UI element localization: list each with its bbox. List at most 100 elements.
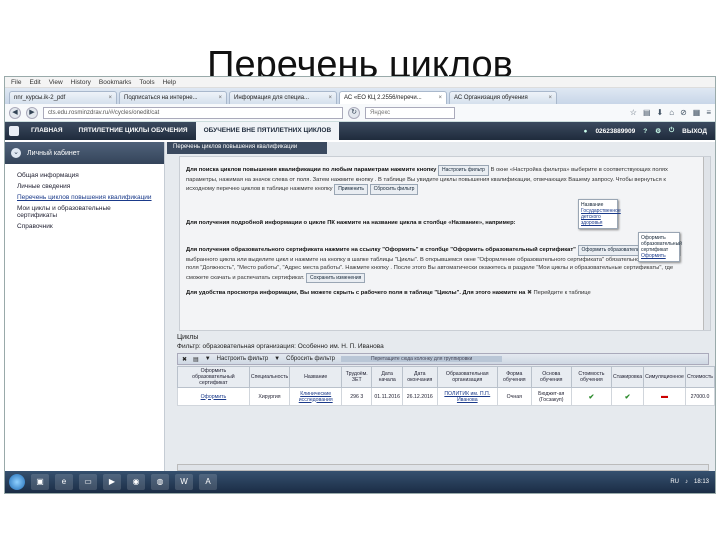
volume-icon[interactable]: ♪ [685, 479, 688, 485]
close-icon[interactable]: × [108, 95, 112, 101]
nav-home[interactable]: ГЛАВНАЯ [23, 122, 71, 140]
col-sim[interactable]: Симуляционное [643, 366, 686, 388]
sidebar-item-personal[interactable]: Личные сведения [5, 181, 164, 192]
sidebar-header[interactable]: ⌄ Личный кабинет [5, 142, 164, 164]
bookmark-icon[interactable]: ▤ [643, 108, 651, 117]
menu-edit[interactable]: Edit [29, 79, 40, 86]
cycles-table: Оформить образовательный сертификат Спец… [177, 366, 715, 406]
cell-form: Очная [496, 387, 532, 406]
grid-icon[interactable]: ▦ [693, 108, 701, 117]
sidebar-item-my-cycles[interactable]: Мои циклы и образовательные сертификаты [5, 203, 164, 221]
browser-tab-2[interactable]: Подписаться на интерне... × [119, 91, 227, 104]
reset-button-example: Сбросить фильтр [369, 184, 419, 195]
col-org[interactable]: Образовательная организация [436, 366, 498, 388]
filter-button[interactable]: Настроить фильтр [217, 356, 269, 362]
nav-five-year-cycles[interactable]: ПЯТИЛЕТНИЕ ЦИКЛЫ ОБУЧЕНИЯ [71, 122, 196, 140]
media-icon[interactable]: ▶ [103, 474, 121, 490]
col-intern[interactable]: Стажировка [610, 366, 645, 388]
sidebar-item-general[interactable]: Общая информация [5, 170, 164, 181]
col-end[interactable]: Дата окончания [402, 366, 438, 388]
col-issue[interactable]: Оформить образовательный сертификат [177, 366, 250, 388]
sidebar: ⌄ Личный кабинет Общая информация Личные… [5, 142, 165, 471]
nav-outside-cycles[interactable]: ОБУЧЕНИЕ ВНЕ ПЯТИЛЕТНИХ ЦИКЛОВ [195, 122, 340, 140]
browser-tab-5[interactable]: АС Организация обучения × [449, 91, 557, 104]
help-paragraph-certificate: Для получения образовательного сертифика… [180, 245, 710, 283]
chrome-icon[interactable]: ◉ [127, 474, 145, 490]
browser-navbar: ◀ ▶ cts.edu.rosminzdrav.ru/#/cycles/oned… [5, 104, 715, 122]
close-icon[interactable]: ✖ [182, 356, 187, 363]
title-popup: Название Государственное детского здоров… [578, 199, 621, 229]
filter-button-example: Настроить фильтр [438, 165, 489, 176]
settings-icon[interactable]: ⚙ [655, 127, 661, 135]
menu-help[interactable]: Help [163, 79, 176, 86]
close-icon[interactable]: × [218, 95, 222, 101]
checkmark-icon: ✔ [624, 393, 631, 401]
cycle-name-link[interactable]: Клинические исследования [289, 387, 343, 406]
col-specialty[interactable]: Специальность [248, 366, 291, 388]
help-paragraph-filter: Для поиска циклов повышения квалификации… [180, 165, 710, 195]
cell-price: 27000.0 [684, 387, 715, 406]
browser-tabbar: nnr_курсы.ik-2_pdf × Подписаться на интер… [5, 88, 715, 104]
sidebar-item-reference[interactable]: Справочник [5, 221, 164, 232]
address-bar[interactable]: cts.edu.rosminzdrav.ru/#/cycles/onedit/c… [43, 106, 343, 119]
document-icon[interactable]: ▤ [193, 356, 199, 363]
menu-tools[interactable]: Tools [139, 79, 154, 86]
user-phone: 02623889909 [595, 127, 636, 135]
menu-view[interactable]: View [49, 79, 63, 86]
browser-tab-3[interactable]: Информация для специа... × [229, 91, 337, 104]
sidebar-item-cycles[interactable]: Перечень циклов повышения квалификации [5, 192, 164, 203]
stop-icon[interactable]: ⊘ [680, 108, 687, 117]
browser-tab-4[interactable]: АС «ЕО КЦ 2.2556/перечи... × [339, 91, 447, 104]
org-link[interactable]: ПОЛИТИК им. П.П. Иванова [436, 387, 498, 406]
cell-zet: 296 3 [341, 387, 373, 406]
logout-button[interactable]: ВЫХОД [682, 128, 707, 135]
col-zet[interactable]: Трудоём. ЗЕТ [341, 366, 373, 388]
browser-tab-1[interactable]: nnr_курсы.ik-2_pdf × [9, 91, 117, 104]
language-indicator[interactable]: RU [670, 479, 679, 485]
menu-file[interactable]: File [11, 79, 21, 86]
logout-icon[interactable]: ⏻ [669, 127, 674, 135]
col-basis[interactable]: Основа обучения [530, 366, 572, 388]
group-by-hint[interactable]: Перетащите сюда колонку для группировки [341, 356, 503, 362]
cell-sim: ▬ [643, 387, 686, 406]
col-form[interactable]: Форма обучения [496, 366, 532, 388]
table-horizontal-scrollbar[interactable] [177, 464, 709, 471]
download-icon[interactable]: ⬇ [657, 108, 664, 117]
table-row[interactable]: Оформить Хирургия Клинические исследован… [177, 387, 715, 406]
folder-icon[interactable]: ▭ [79, 474, 97, 490]
firefox-icon[interactable]: ◍ [151, 474, 169, 490]
reset-filter-button[interactable]: Сбросить фильтр [286, 356, 335, 362]
close-icon: ✖ [526, 290, 532, 296]
star-icon[interactable]: ☆ [630, 108, 637, 117]
col-name[interactable]: Название [289, 366, 343, 388]
home-icon[interactable]: ⌂ [669, 108, 674, 117]
col-price[interactable]: Стоимость [684, 366, 715, 388]
reload-icon[interactable]: ↻ [348, 106, 360, 119]
cell-end: 26.12.2016 [402, 387, 438, 406]
help-icon[interactable]: ? [643, 128, 647, 135]
menu-icon[interactable]: ≡ [706, 108, 711, 117]
search-input[interactable]: Яндекс [365, 106, 455, 119]
start-button-icon[interactable] [9, 474, 25, 490]
word-icon[interactable]: W [175, 474, 193, 490]
col-cost-flag[interactable]: Стоимость обучения [570, 366, 612, 388]
close-icon[interactable]: × [438, 95, 442, 101]
site-header-right: ● 02623889909 ? ⚙ ⏻ ВЫХОД [584, 127, 716, 135]
menu-bookmarks[interactable]: Bookmarks [99, 79, 132, 86]
close-icon[interactable]: × [328, 95, 332, 101]
help-panel-scrollbar[interactable] [703, 157, 710, 330]
menu-history[interactable]: History [71, 79, 91, 86]
active-filter: Фильтр: образовательная организация: Осо… [177, 343, 384, 350]
pdf-icon[interactable]: A [199, 474, 217, 490]
table-header-row: Оформить образовательный сертификат Спец… [177, 366, 715, 388]
checkmark-icon: ✔ [588, 393, 595, 401]
close-icon[interactable]: × [548, 95, 552, 101]
clock[interactable]: 18:13 [694, 479, 709, 485]
forward-arrow-icon[interactable]: ▶ [26, 106, 38, 119]
back-arrow-icon[interactable]: ◀ [9, 106, 21, 119]
site-header: ГЛАВНАЯ ПЯТИЛЕТНИЕ ЦИКЛЫ ОБУЧЕНИЯ ОБУЧЕН… [5, 122, 715, 140]
issue-link[interactable]: Оформить [177, 387, 250, 406]
explorer-icon[interactable]: ▣ [31, 474, 49, 490]
col-start[interactable]: Дата начала [371, 366, 403, 388]
ie-icon[interactable]: e [55, 474, 73, 490]
